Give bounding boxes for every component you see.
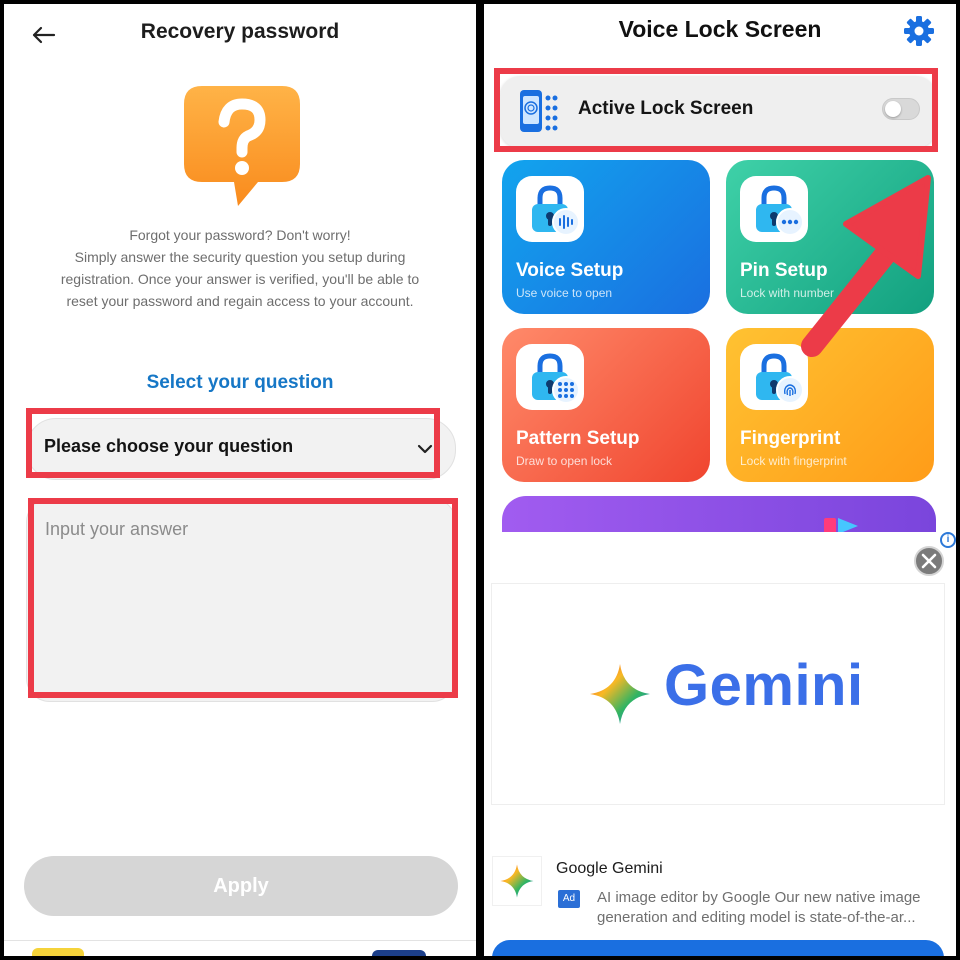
close-icon bbox=[921, 553, 937, 569]
voice-lock-screen: Voice Lock Screen Active Lock Screen Voi… bbox=[484, 4, 956, 956]
tile-subtitle: Use voice to open bbox=[516, 286, 613, 300]
gemini-star-icon bbox=[590, 664, 650, 724]
intro-text: Forgot your password? Don't worry! Simpl… bbox=[60, 227, 420, 309]
gemini-wordmark: Gemini bbox=[664, 653, 864, 718]
ad-info-icon[interactable]: i bbox=[940, 532, 956, 548]
tile-subtitle: Draw to open lock bbox=[516, 454, 613, 468]
tile-title: Pin Setup bbox=[740, 260, 828, 281]
tile-subtitle: Lock with number bbox=[740, 286, 835, 300]
phone-lock-icon bbox=[520, 90, 558, 132]
advertiser-logo[interactable] bbox=[492, 856, 542, 906]
toggle-knob bbox=[885, 101, 901, 117]
microphone-wave-icon bbox=[552, 208, 580, 236]
ad-badge: Ad bbox=[558, 890, 580, 908]
bottom-peek-yellow bbox=[32, 948, 84, 956]
gear-icon[interactable] bbox=[902, 14, 936, 48]
tile-title: Pattern Setup bbox=[516, 428, 640, 449]
pattern-grid-icon bbox=[552, 376, 580, 404]
advertiser-name[interactable]: Google Gemini bbox=[556, 860, 663, 878]
voice-setup-tile[interactable]: Voice Setup Use voice to open bbox=[502, 160, 710, 314]
ad-banner-image[interactable]: Gemini bbox=[492, 584, 944, 804]
tile-title: Voice Setup bbox=[516, 260, 624, 281]
question-mark-icon bbox=[184, 86, 300, 206]
ad-close-button[interactable] bbox=[914, 546, 944, 576]
gemini-star-icon bbox=[500, 864, 534, 898]
divider bbox=[4, 940, 476, 941]
recovery-password-screen: Recovery password Forgot your password? … bbox=[4, 4, 476, 956]
fingerprint-tile[interactable]: Fingerprint Lock with fingerprint bbox=[726, 328, 934, 482]
select-question-label: Select your question bbox=[146, 372, 334, 393]
active-lock-toggle[interactable] bbox=[882, 98, 920, 120]
question-dropdown-value: Please choose your question bbox=[44, 436, 294, 456]
answer-input[interactable] bbox=[26, 498, 456, 702]
bottom-peek-blue bbox=[372, 950, 426, 956]
ad-cta-button[interactable] bbox=[492, 940, 944, 956]
tile-title: Fingerprint bbox=[740, 428, 841, 449]
page-title: Recovery password bbox=[140, 20, 340, 43]
pattern-setup-tile[interactable]: Pattern Setup Draw to open lock bbox=[502, 328, 710, 482]
pin-setup-tile[interactable]: Pin Setup Lock with number bbox=[726, 160, 934, 314]
pin-dots-icon bbox=[776, 208, 804, 236]
active-lock-screen-label: Active Lock Screen bbox=[578, 98, 754, 119]
chevron-down-icon[interactable] bbox=[414, 438, 436, 460]
fingerprint-icon bbox=[776, 376, 804, 404]
apply-button[interactable]: Apply bbox=[24, 856, 458, 916]
app-title: Voice Lock Screen bbox=[618, 16, 822, 42]
ad-description: AI image editor by Google Our new native… bbox=[597, 889, 921, 926]
tile-subtitle: Lock with fingerprint bbox=[740, 454, 847, 468]
